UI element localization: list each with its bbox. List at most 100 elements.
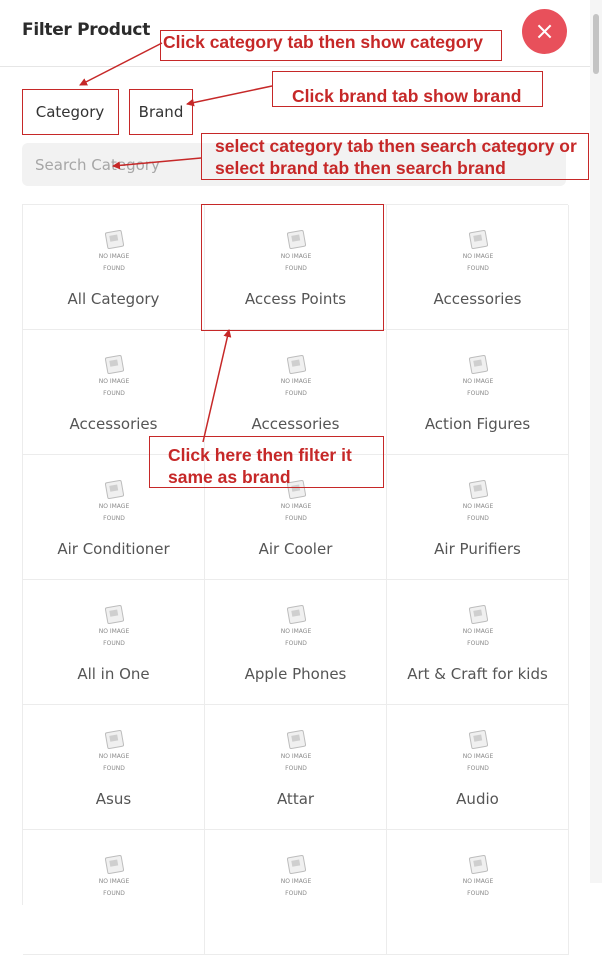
no-image-icon: NO IMAGE FOUND bbox=[95, 604, 133, 648]
category-label: All in One bbox=[77, 665, 150, 683]
no-image-icon: NO IMAGE FOUND bbox=[277, 729, 315, 773]
image-placeholder-icon bbox=[468, 479, 488, 500]
annotation-search-line1: select category tab then search category… bbox=[215, 136, 577, 156]
image-placeholder-icon bbox=[286, 729, 306, 750]
category-card[interactable]: NO IMAGE FOUND bbox=[205, 830, 387, 955]
no-image-icon: NO IMAGE FOUND bbox=[459, 354, 497, 398]
image-placeholder-icon bbox=[104, 854, 124, 875]
category-card[interactable]: NO IMAGE FOUND Audio bbox=[387, 705, 569, 830]
image-placeholder-icon bbox=[104, 354, 124, 375]
category-label: Art & Craft for kids bbox=[407, 665, 548, 683]
category-label: Air Cooler bbox=[258, 540, 333, 558]
no-image-text-line2: FOUND bbox=[103, 515, 125, 522]
image-placeholder-icon bbox=[286, 604, 306, 625]
no-image-icon: NO IMAGE FOUND bbox=[277, 604, 315, 648]
image-placeholder-icon bbox=[104, 729, 124, 750]
category-card[interactable]: NO IMAGE FOUND Apple Phones bbox=[205, 580, 387, 705]
no-image-icon: NO IMAGE FOUND bbox=[277, 854, 315, 898]
scrollbar-thumb[interactable] bbox=[593, 14, 599, 74]
category-label: Audio bbox=[456, 790, 499, 808]
no-image-text-line1: NO IMAGE bbox=[462, 753, 494, 760]
annotation-filter-line1: Click here then filter it bbox=[168, 445, 352, 465]
image-placeholder-icon bbox=[468, 854, 488, 875]
no-image-text-line2: FOUND bbox=[103, 890, 125, 897]
category-card[interactable]: NO IMAGE FOUND Air Purifiers bbox=[387, 455, 569, 580]
no-image-text-line1: NO IMAGE bbox=[280, 628, 312, 635]
no-image-text-line1: NO IMAGE bbox=[462, 878, 494, 885]
category-label: Accessories bbox=[251, 415, 340, 433]
no-image-icon: NO IMAGE FOUND bbox=[459, 604, 497, 648]
no-image-text-line2: FOUND bbox=[467, 515, 489, 522]
image-placeholder-icon bbox=[286, 354, 306, 375]
annotation-brand-tab: Click brand tab show brand bbox=[292, 86, 522, 106]
category-label: Accessories bbox=[433, 290, 522, 308]
category-label: Asus bbox=[95, 790, 132, 808]
category-label: All Category bbox=[67, 290, 160, 308]
image-placeholder-icon bbox=[104, 229, 124, 250]
arrow-to-brand-tab bbox=[186, 85, 273, 107]
annotation-filter-line2: same as brand bbox=[168, 467, 291, 487]
category-card[interactable]: NO IMAGE FOUND All Category bbox=[23, 205, 205, 330]
no-image-text-line2: FOUND bbox=[467, 890, 489, 897]
no-image-text-line2: FOUND bbox=[285, 515, 307, 522]
image-placeholder-icon bbox=[104, 604, 124, 625]
no-image-text-line2: FOUND bbox=[467, 265, 489, 272]
scrollbar[interactable] bbox=[590, 0, 602, 883]
no-image-text-line1: NO IMAGE bbox=[280, 378, 312, 385]
category-label: Apple Phones bbox=[244, 665, 347, 683]
category-card[interactable]: NO IMAGE FOUND Asus bbox=[23, 705, 205, 830]
no-image-icon: NO IMAGE FOUND bbox=[95, 729, 133, 773]
no-image-icon: NO IMAGE FOUND bbox=[459, 229, 497, 273]
no-image-icon: NO IMAGE FOUND bbox=[459, 854, 497, 898]
image-placeholder-icon bbox=[468, 729, 488, 750]
category-card[interactable]: NO IMAGE FOUND Art & Craft for kids bbox=[387, 580, 569, 705]
category-card[interactable]: NO IMAGE FOUND All in One bbox=[23, 580, 205, 705]
no-image-text-line2: FOUND bbox=[103, 390, 125, 397]
no-image-icon: NO IMAGE FOUND bbox=[459, 479, 497, 523]
page-title: Filter Product bbox=[22, 20, 151, 40]
no-image-text-line1: NO IMAGE bbox=[280, 753, 312, 760]
image-placeholder-icon bbox=[286, 854, 306, 875]
no-image-text-line1: NO IMAGE bbox=[98, 253, 130, 260]
category-label: Accessories bbox=[69, 415, 158, 433]
no-image-text-line1: NO IMAGE bbox=[462, 628, 494, 635]
no-image-text-line2: FOUND bbox=[467, 765, 489, 772]
no-image-text-line1: NO IMAGE bbox=[98, 628, 130, 635]
no-image-text-line2: FOUND bbox=[103, 265, 125, 272]
image-placeholder-icon bbox=[468, 229, 488, 250]
no-image-text-line2: FOUND bbox=[467, 390, 489, 397]
category-label: Action Figures bbox=[424, 415, 531, 433]
category-card[interactable]: NO IMAGE FOUND Accessories bbox=[387, 205, 569, 330]
no-image-icon: NO IMAGE FOUND bbox=[459, 729, 497, 773]
no-image-text-line1: NO IMAGE bbox=[462, 253, 494, 260]
no-image-text-line1: NO IMAGE bbox=[462, 503, 494, 510]
category-label: Air Purifiers bbox=[434, 540, 521, 558]
category-label: Air Conditioner bbox=[57, 540, 170, 558]
no-image-text-line1: NO IMAGE bbox=[98, 753, 130, 760]
no-image-text-line2: FOUND bbox=[285, 390, 307, 397]
no-image-text-line1: NO IMAGE bbox=[98, 378, 130, 385]
no-image-text-line1: NO IMAGE bbox=[98, 503, 130, 510]
category-card[interactable]: NO IMAGE FOUND bbox=[387, 830, 569, 955]
no-image-icon: NO IMAGE FOUND bbox=[95, 354, 133, 398]
no-image-text-line1: NO IMAGE bbox=[280, 503, 312, 510]
no-image-text-line2: FOUND bbox=[285, 640, 307, 647]
no-image-text-line2: FOUND bbox=[285, 765, 307, 772]
annotation-category-tab: Click category tab then show category bbox=[163, 32, 483, 52]
category-card[interactable]: NO IMAGE FOUND Attar bbox=[205, 705, 387, 830]
no-image-text-line2: FOUND bbox=[285, 890, 307, 897]
annotation-search-line2: select brand tab then search brand bbox=[215, 158, 506, 178]
no-image-text-line2: FOUND bbox=[467, 640, 489, 647]
close-button[interactable]: × bbox=[522, 9, 567, 54]
category-label: Attar bbox=[276, 790, 315, 808]
no-image-icon: NO IMAGE FOUND bbox=[95, 854, 133, 898]
no-image-text-line1: NO IMAGE bbox=[280, 878, 312, 885]
no-image-icon: NO IMAGE FOUND bbox=[277, 354, 315, 398]
no-image-text-line1: NO IMAGE bbox=[462, 378, 494, 385]
category-card[interactable]: NO IMAGE FOUND bbox=[23, 830, 205, 955]
image-placeholder-icon bbox=[468, 604, 488, 625]
no-image-text-line2: FOUND bbox=[103, 640, 125, 647]
image-placeholder-icon bbox=[468, 354, 488, 375]
category-card[interactable]: NO IMAGE FOUND Action Figures bbox=[387, 330, 569, 455]
image-placeholder-icon bbox=[104, 479, 124, 500]
